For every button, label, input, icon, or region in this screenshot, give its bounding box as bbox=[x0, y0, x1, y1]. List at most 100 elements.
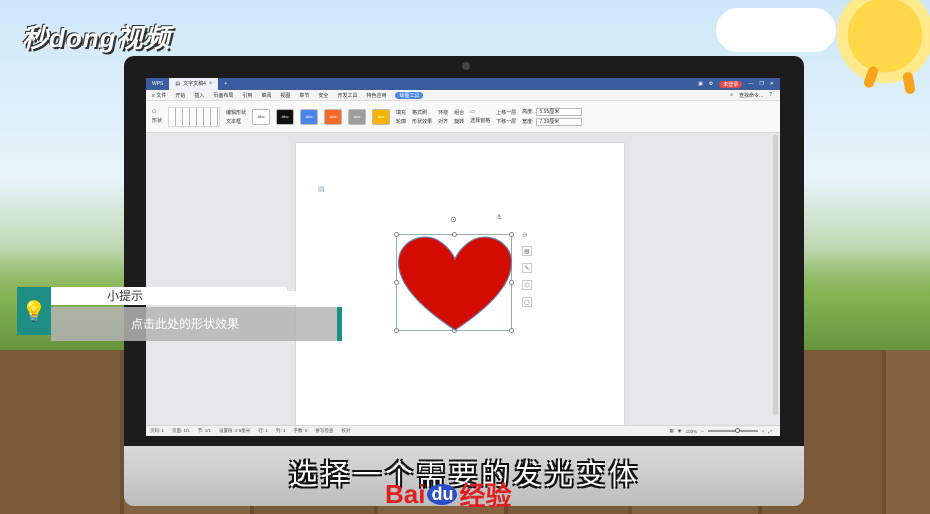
proof-button[interactable]: 校对 bbox=[341, 428, 350, 434]
status-row: 行: 1 bbox=[258, 428, 268, 433]
close-window-icon[interactable]: ✕ bbox=[770, 81, 774, 87]
shape-button[interactable]: 形状 bbox=[152, 117, 162, 124]
style-preset-3[interactable]: Abc bbox=[300, 108, 319, 125]
help-icon[interactable]: ? bbox=[769, 92, 772, 99]
document-page[interactable]: ▤ ⊙ ⚓ ⊖ ▤ ✎ ⬡ ▢ bbox=[296, 143, 624, 433]
title-bar: WPS ▤ 文字文稿4 × + ▣ ⚙ 未登录 — ❐ ✕ bbox=[146, 78, 780, 90]
tip-title-tab bbox=[287, 291, 303, 305]
view-mode-icon[interactable]: ▦ bbox=[669, 428, 673, 434]
menu-features[interactable]: 特色应用 bbox=[366, 92, 386, 99]
shape-effect-button[interactable]: 形状效果 bbox=[412, 118, 432, 125]
pen-icon[interactable]: ✎ bbox=[522, 263, 532, 273]
watermark-jingyan: 经验 bbox=[459, 481, 512, 511]
fill-group: 填充 轮廓 bbox=[396, 109, 406, 125]
align-button[interactable]: 对齐 bbox=[438, 118, 448, 125]
heart-shape[interactable] bbox=[397, 235, 513, 332]
arrange-group: 环绕 对齐 bbox=[438, 109, 448, 125]
height-label: 高度: bbox=[522, 109, 534, 115]
style-preset-4[interactable]: Abc bbox=[324, 108, 343, 125]
outline-icon[interactable]: ▢ bbox=[522, 297, 532, 307]
style-preset-6[interactable]: Abc bbox=[372, 108, 391, 125]
select-pane-group: ▭ 选择窗格 bbox=[470, 109, 490, 124]
select-pane-icon[interactable]: ▭ bbox=[470, 109, 490, 115]
new-tab-button[interactable]: + bbox=[218, 81, 233, 87]
vertical-scrollbar[interactable] bbox=[773, 135, 778, 415]
width-input[interactable]: 7.39厘米 bbox=[535, 117, 582, 126]
status-pages: 页面: 1/1 bbox=[172, 428, 190, 433]
command-search[interactable]: 查找命令... bbox=[739, 92, 763, 99]
menu-security[interactable]: 安全 bbox=[318, 92, 328, 99]
group-rotate: 组合 旋转 bbox=[454, 109, 464, 125]
send-backward-button[interactable]: 下移一层 bbox=[496, 118, 516, 125]
anchor-icon: ⚓ bbox=[496, 214, 503, 221]
menu-references[interactable]: 引用 bbox=[242, 92, 252, 99]
menu-bar: ≡ 文件 开始 插入 页面布局 引用 审阅 视图 章节 安全 开发工具 特色应用… bbox=[146, 90, 780, 101]
settings-icon[interactable]: ⚙ bbox=[709, 81, 713, 87]
status-section: 节: 1/1 bbox=[197, 428, 212, 433]
search-icon[interactable]: ⌕ bbox=[730, 92, 733, 99]
style-preset-1[interactable]: Abc bbox=[252, 108, 271, 125]
zoom-thumb[interactable] bbox=[735, 428, 741, 433]
menu-layout[interactable]: 页面布局 bbox=[213, 92, 233, 99]
document-area: ▤ ⊙ ⚓ ⊖ ▤ ✎ ⬡ ▢ bbox=[146, 133, 780, 433]
title-controls: ▣ ⚙ 未登录 — ❐ ✕ bbox=[698, 80, 780, 88]
shape-gallery[interactable] bbox=[168, 106, 221, 127]
menu-file[interactable]: ≡ 文件 bbox=[152, 92, 166, 99]
style-preset-2[interactable]: Abc bbox=[276, 108, 295, 125]
layer-group: 上移一层 下移一层 bbox=[496, 109, 516, 125]
close-icon[interactable]: × bbox=[209, 78, 213, 90]
menu-view[interactable]: 视图 bbox=[280, 92, 290, 99]
camera-icon bbox=[462, 62, 470, 70]
status-col: 列: 1 bbox=[275, 428, 286, 433]
format-brush-button[interactable]: 格式刷 bbox=[412, 109, 432, 116]
zoom-out-icon[interactable]: − bbox=[701, 429, 704, 434]
shape-selection-box[interactable] bbox=[394, 232, 514, 333]
watermark-bai: Bai bbox=[385, 479, 426, 509]
paste-options-icon[interactable]: ▤ bbox=[318, 185, 325, 193]
menu-section[interactable]: 章节 bbox=[299, 92, 309, 99]
fit-icon[interactable]: ⤢ bbox=[768, 429, 772, 434]
tab-wps[interactable]: WPS bbox=[146, 78, 169, 90]
menu-developer[interactable]: 开发工具 bbox=[337, 92, 357, 99]
spell-check-button[interactable]: 拼写检查 bbox=[315, 428, 333, 434]
outline-button[interactable]: 轮廓 bbox=[396, 118, 406, 125]
height-input[interactable]: 5.95厘米 bbox=[535, 107, 582, 116]
collapse-icon[interactable]: ⊖ bbox=[522, 231, 532, 239]
fill-button[interactable]: 填充 bbox=[396, 109, 406, 116]
wrap-button[interactable]: 环绕 bbox=[438, 109, 448, 116]
shape-group: ⬠ 形状 bbox=[152, 109, 162, 124]
quick-tools: ⊖ ▤ ✎ ⬡ ▢ bbox=[522, 231, 532, 307]
fill-bucket-icon[interactable]: ⬡ bbox=[522, 280, 532, 290]
tab-document[interactable]: ▤ 文字文稿4 × bbox=[169, 78, 219, 90]
rotate-button[interactable]: 旋转 bbox=[454, 118, 464, 125]
group-button[interactable]: 组合 bbox=[454, 109, 464, 116]
layout-options-icon[interactable]: ▤ bbox=[522, 246, 532, 256]
shape-icon[interactable]: ⬠ bbox=[152, 109, 162, 115]
lightbulb-icon: 💡 bbox=[17, 287, 51, 335]
zoom-slider[interactable] bbox=[707, 428, 758, 433]
menu-insert[interactable]: 插入 bbox=[194, 92, 204, 99]
zoom-control: ▦ ◉ 100% − + ⤢ bbox=[669, 428, 780, 434]
style-preset-5[interactable]: Abc bbox=[348, 108, 367, 125]
status-bar: 页码: 1 页面: 1/1 节: 1/1 设置值: 2.5厘米 行: 1 列: … bbox=[146, 425, 780, 436]
cloud bbox=[716, 8, 836, 52]
status-page: 页码: 1 bbox=[150, 428, 165, 433]
zoom-level: 100% bbox=[685, 428, 698, 434]
eye-icon[interactable]: ◉ bbox=[678, 428, 682, 434]
maximize-icon[interactable]: ❐ bbox=[759, 81, 763, 87]
skin-icon[interactable]: ▣ bbox=[698, 81, 703, 87]
menu-review[interactable]: 审阅 bbox=[261, 92, 271, 99]
rotate-handle-icon[interactable]: ⊙ bbox=[450, 215, 457, 224]
edit-shape-button[interactable]: 编辑形状 bbox=[226, 109, 246, 116]
zoom-in-icon[interactable]: + bbox=[762, 429, 765, 434]
bring-forward-button[interactable]: 上移一层 bbox=[496, 109, 516, 116]
app-window: WPS ▤ 文字文稿4 × + ▣ ⚙ 未登录 — ❐ ✕ ≡ 文件 开始 插入… bbox=[146, 78, 780, 436]
select-pane-button[interactable]: 选择窗格 bbox=[470, 117, 490, 124]
text-box-button[interactable]: 文本框 bbox=[226, 118, 246, 125]
tip-accent-bar bbox=[337, 307, 342, 341]
video-logo: 秒dong视频 bbox=[22, 23, 171, 53]
minimize-icon[interactable]: — bbox=[748, 81, 753, 87]
menu-drawing-tools[interactable]: 绘图工具 bbox=[395, 91, 424, 99]
menu-home[interactable]: 开始 bbox=[175, 92, 185, 99]
signin-button[interactable]: 未登录 bbox=[719, 80, 743, 88]
